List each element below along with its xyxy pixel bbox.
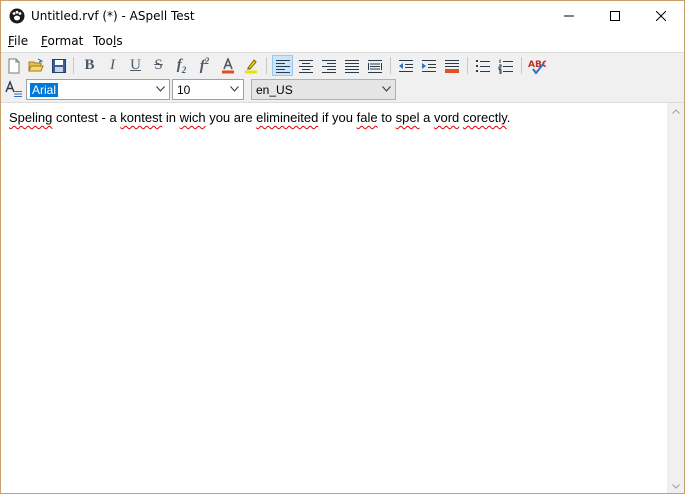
menu-file[interactable]: File	[8, 34, 28, 48]
indent-icon	[421, 59, 436, 72]
toolbar-separator	[521, 57, 522, 74]
open-folder-icon	[27, 58, 44, 71]
decrease-indent-button[interactable]	[395, 55, 416, 76]
text-run: contest - a	[52, 110, 121, 125]
title-bar: Untitled.rvf (*) - ASpell Test	[1, 1, 684, 32]
numbered-list-icon	[498, 59, 513, 74]
distribute-button[interactable]	[364, 55, 385, 76]
italic-button[interactable]: I	[102, 55, 123, 76]
spell-check-button[interactable]: ABC	[526, 55, 547, 76]
align-left-icon	[275, 59, 290, 73]
chevron-down-icon	[382, 86, 391, 92]
menu-tools[interactable]: Tools	[93, 34, 123, 48]
text-run: in	[162, 110, 180, 125]
strikethrough-button[interactable]: S	[148, 55, 169, 76]
font-size-value: 10	[177, 83, 191, 97]
text-run: a	[419, 110, 434, 125]
scroll-up-button[interactable]	[667, 103, 684, 120]
app-window: Untitled.rvf (*) - ASpell Test File Form…	[0, 0, 685, 494]
bullets-button[interactable]	[472, 55, 493, 76]
paw-icon	[9, 8, 25, 24]
minimize-icon	[564, 15, 574, 17]
align-right-icon	[321, 59, 336, 73]
vertical-scrollbar[interactable]	[667, 103, 684, 493]
outdent-icon	[398, 59, 413, 72]
justify-button[interactable]	[341, 55, 362, 76]
subscript-icon: f2	[176, 56, 187, 75]
chevron-down-icon	[230, 86, 239, 92]
style-button[interactable]	[3, 78, 24, 99]
scroll-down-button[interactable]	[667, 478, 684, 493]
toolbar-separator	[73, 57, 74, 74]
align-center-icon	[298, 59, 313, 73]
strikethrough-icon: S	[154, 57, 163, 73]
align-distribute-icon	[367, 59, 382, 73]
close-button[interactable]	[638, 1, 684, 31]
subscript-button[interactable]: f2	[171, 55, 192, 76]
text-run: if you	[318, 110, 357, 125]
misspelled-word[interactable]: wich	[180, 110, 206, 125]
bold-icon: B	[84, 57, 95, 73]
highlight-button[interactable]	[240, 55, 261, 76]
document-text[interactable]: Speling contest - a kontest in wich you …	[9, 110, 510, 125]
align-right-button[interactable]	[318, 55, 339, 76]
misspelled-word[interactable]: vord	[434, 110, 459, 125]
paragraph-color-icon	[444, 59, 459, 73]
misspelled-word[interactable]: spel	[396, 110, 420, 125]
format-toolbar: Arial 10 en_US	[1, 77, 684, 101]
menu-format[interactable]: Format	[41, 34, 83, 48]
font-name-combobox[interactable]: Arial	[26, 79, 170, 100]
misspelled-word[interactable]: fale	[357, 110, 378, 125]
language-combobox[interactable]: en_US	[251, 79, 396, 100]
close-icon	[656, 11, 666, 21]
save-icon	[51, 58, 66, 73]
align-left-button[interactable]	[272, 55, 293, 76]
highlighter-icon	[244, 58, 257, 73]
bold-button[interactable]: B	[79, 55, 100, 76]
bullet-list-icon	[475, 59, 490, 72]
chevron-up-icon	[671, 109, 680, 114]
window-title: Untitled.rvf (*) - ASpell Test	[31, 9, 195, 23]
menu-bar: File Format Tools	[1, 32, 684, 52]
maximize-icon	[610, 11, 620, 21]
text-run: you are	[205, 110, 257, 125]
spell-check-icon: ABC	[528, 60, 546, 75]
misspelled-word[interactable]: corectly	[463, 110, 507, 125]
font-size-combobox[interactable]: 10	[172, 79, 244, 100]
toolbar-separator	[467, 57, 468, 74]
minimize-button[interactable]	[546, 1, 592, 31]
text-run: .	[506, 110, 511, 125]
align-justify-icon	[344, 59, 359, 73]
document-editor[interactable]: Speling contest - a kontest in wich you …	[1, 102, 684, 493]
language-value: en_US	[256, 83, 293, 97]
underline-icon: U	[130, 57, 141, 73]
new-document-icon	[8, 58, 19, 73]
text-color-button[interactable]	[217, 55, 238, 76]
misspelled-word[interactable]: elimineited	[256, 110, 318, 125]
misspelled-word[interactable]: kontest	[120, 110, 162, 125]
maximize-button[interactable]	[592, 1, 638, 31]
text-style-icon	[4, 79, 22, 97]
misspelled-word[interactable]: Speling	[9, 110, 52, 125]
align-center-button[interactable]	[295, 55, 316, 76]
main-toolbar: B I U S f2 f2 AB	[1, 52, 684, 77]
underline-button[interactable]: U	[125, 55, 146, 76]
chevron-down-icon	[156, 86, 165, 92]
paragraph-background-button[interactable]	[441, 55, 462, 76]
font-name-value: Arial	[30, 83, 59, 97]
chevron-down-icon	[671, 484, 680, 489]
toolbar-separator	[390, 57, 391, 74]
text-color-icon	[221, 57, 234, 73]
save-button[interactable]	[48, 55, 69, 76]
toolbar-separator	[266, 57, 267, 74]
increase-indent-button[interactable]	[418, 55, 439, 76]
open-button[interactable]	[25, 55, 46, 76]
superscript-icon: f2	[199, 56, 210, 74]
italic-icon: I	[110, 57, 115, 73]
text-run: to	[377, 110, 396, 125]
new-button[interactable]	[3, 55, 24, 76]
numbering-button[interactable]	[495, 55, 516, 76]
superscript-button[interactable]: f2	[194, 55, 215, 76]
